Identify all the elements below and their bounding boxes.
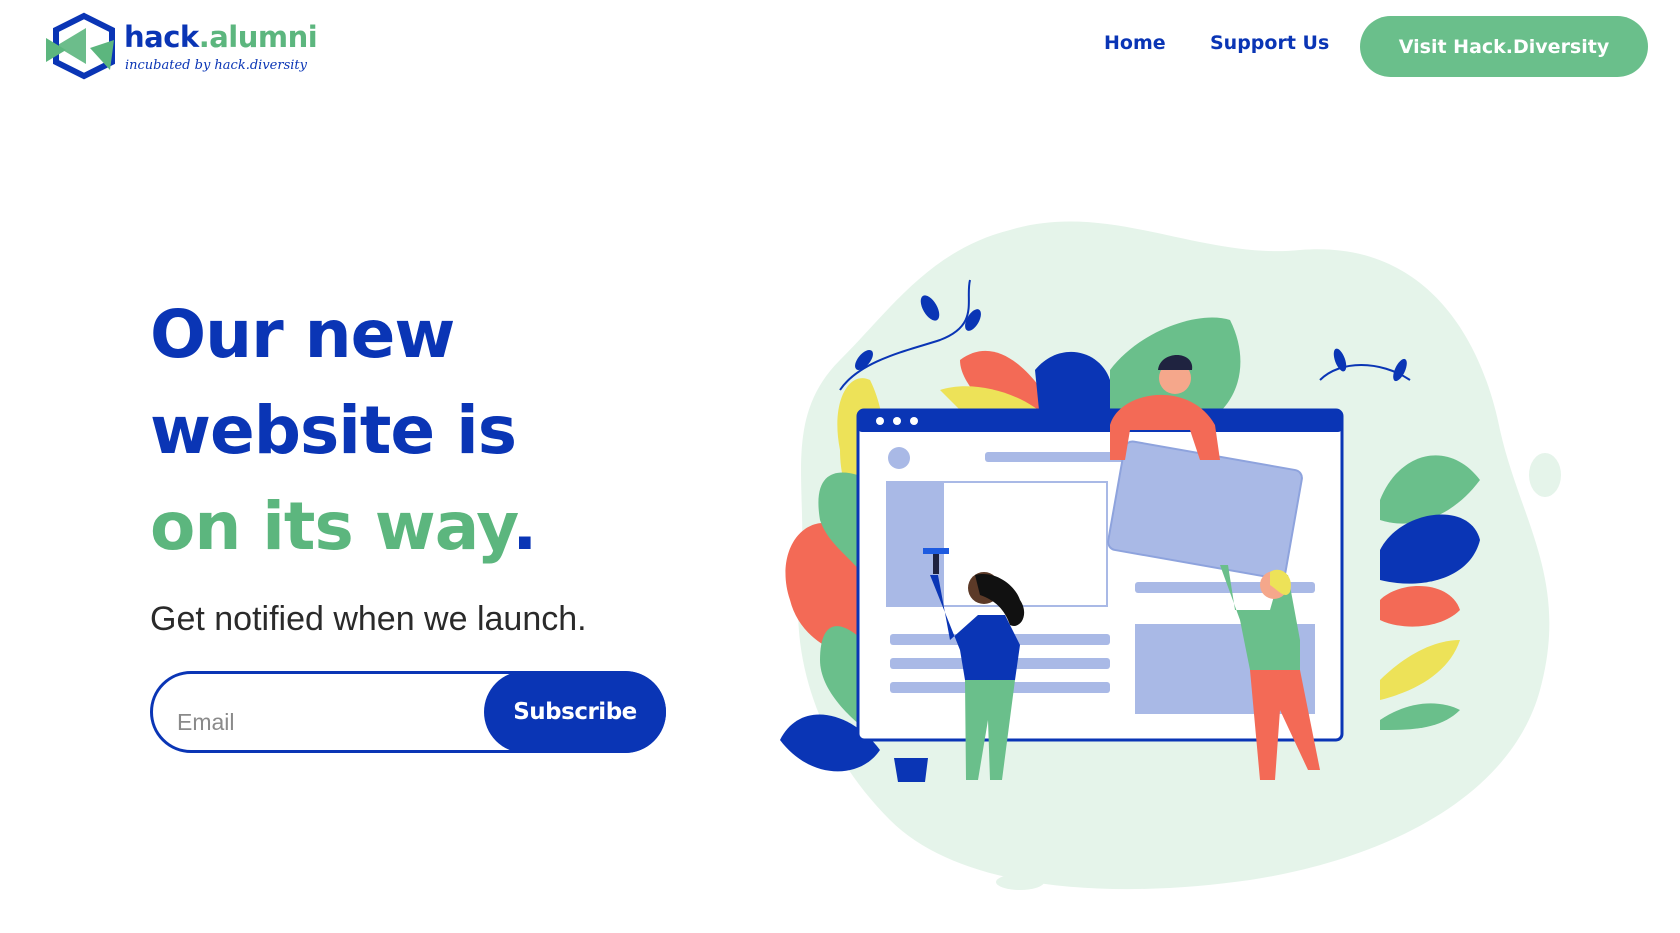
hero-subheading: Get notified when we launch. bbox=[150, 600, 587, 638]
headline-line-1: Our new bbox=[150, 296, 455, 373]
website-construction-illustration bbox=[780, 221, 1561, 890]
nav-home-link[interactable]: Home bbox=[1104, 32, 1166, 54]
headline-line-3: on its way bbox=[150, 488, 513, 565]
headline-line-2: website is bbox=[150, 392, 517, 469]
subscribe-button[interactable]: Subscribe bbox=[484, 671, 666, 753]
hero-headline: Our new website is on its way. bbox=[150, 287, 537, 575]
visit-hack-diversity-button[interactable]: Visit Hack.Diversity bbox=[1360, 16, 1648, 77]
logo[interactable]: hack.alumni incubated by hack.diversity bbox=[46, 10, 318, 80]
hexagon-logo-icon bbox=[46, 12, 115, 80]
brand-name: hack.alumni bbox=[124, 20, 318, 54]
subscribe-form: Subscribe bbox=[150, 671, 666, 753]
nav-support-us-link[interactable]: Support Us bbox=[1210, 32, 1329, 54]
email-input[interactable] bbox=[177, 692, 467, 744]
brand-tagline: incubated by hack.diversity bbox=[125, 58, 307, 73]
headline-period: . bbox=[512, 488, 537, 565]
